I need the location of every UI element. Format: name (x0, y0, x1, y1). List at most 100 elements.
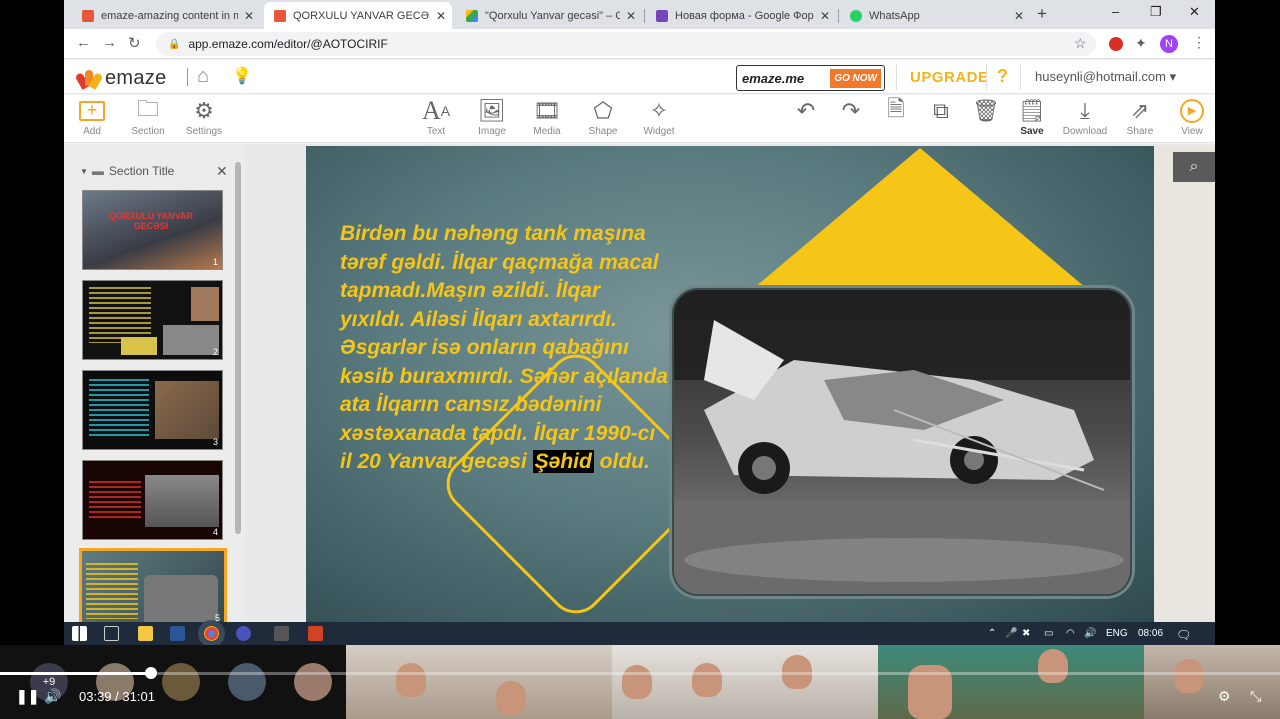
tab-emaze[interactable]: emaze-amazing content in m ✕ (72, 2, 260, 29)
participant-face (496, 681, 526, 715)
settings-button[interactable]: ⚙ Settings (176, 98, 232, 137)
battery-icon[interactable]: ▭ (1044, 628, 1053, 639)
slides-scrollbar[interactable] (235, 162, 241, 534)
view-button[interactable]: ▶ View (1164, 98, 1215, 137)
slide-canvas[interactable]: Birdən bu nəhəng tank maşına tərəf gəldi… (306, 146, 1154, 622)
add-icon: + (64, 98, 120, 124)
play-circle-icon: ▶ (1164, 98, 1215, 124)
save-button[interactable]: 🗒 Save (1004, 98, 1060, 137)
image-tool-button[interactable]: 🖼 Image (464, 98, 520, 137)
slide-thumbnail-3[interactable]: 3 (82, 370, 223, 450)
emaze-me-button[interactable]: emaze.me GO NOW (736, 65, 885, 91)
close-icon[interactable]: ✕ (216, 163, 228, 180)
emaze-logo[interactable]: emaze (74, 67, 167, 90)
maximize-button[interactable]: ❐ (1150, 4, 1162, 20)
forward-arrow-icon[interactable]: → (102, 34, 117, 51)
tab-close-icon[interactable]: ✕ (244, 9, 254, 23)
participant-avatar[interactable] (162, 663, 200, 701)
browser-tab-strip: emaze-amazing content in m ✕ QORXULU YAN… (64, 0, 1215, 29)
back-arrow-icon[interactable]: ← (76, 34, 91, 51)
add-button[interactable]: + Add (64, 98, 120, 137)
bookmark-star-icon[interactable]: ☆ (1074, 35, 1087, 52)
language-indicator[interactable]: ENG (1106, 628, 1128, 639)
app-tray-icon[interactable]: ✖ (1022, 628, 1030, 639)
show-hidden-icons[interactable]: ⌃ (988, 628, 996, 639)
chrome-icon[interactable] (198, 620, 225, 645)
powerpoint-icon[interactable] (308, 626, 323, 641)
slide-thumbnail-4[interactable]: 4 (82, 460, 223, 540)
home-icon[interactable]: ⌂ (197, 65, 209, 88)
tab-qorxulu-editor[interactable]: QORXULU YANVAR GECƏSİ by ✕ (264, 2, 452, 29)
minimize-button[interactable]: – (1112, 4, 1119, 19)
share-button[interactable]: ⇗ Share (1112, 98, 1168, 137)
video-progress-bar[interactable] (0, 667, 1280, 679)
text-tool-button[interactable]: AA Text (408, 96, 464, 137)
volume-icon[interactable]: 🔊 (44, 688, 61, 705)
slide-body-text[interactable]: Birdən bu nəhəng tank maşına tərəf gəldi… (340, 220, 670, 477)
address-bar-row: ← → ↻ 🔒 app.emaze.com/editor/@AOTOCIRIF … (64, 29, 1215, 59)
tank-crushed-car-photo[interactable] (672, 288, 1132, 596)
url-input[interactable]: 🔒 app.emaze.com/editor/@AOTOCIRIF (156, 32, 1096, 56)
download-button[interactable]: ⤓ Download (1057, 98, 1113, 137)
task-view-icon[interactable] (104, 626, 119, 641)
participant-face (692, 663, 722, 697)
section-button[interactable]: 🗀 Section (120, 96, 176, 137)
extension-icon[interactable] (1109, 37, 1123, 51)
reload-icon[interactable]: ↻ (128, 34, 141, 52)
tab-separator (644, 9, 645, 23)
letterbox-left (0, 0, 64, 645)
participant-video[interactable] (612, 645, 878, 719)
tab-google-drive[interactable]: "Qorxulu Yanvar gecəsi" – Goo ✕ (456, 2, 642, 29)
fullscreen-exit-icon[interactable]: ⤡ (1250, 688, 1261, 705)
upgrade-button[interactable]: UPGRADE (910, 69, 989, 86)
microphone-icon[interactable]: 🎤 (1005, 628, 1017, 639)
media-player-icon[interactable] (274, 626, 289, 641)
participant-video[interactable] (1144, 645, 1280, 719)
close-window-button[interactable]: ✕ (1189, 4, 1200, 20)
letterbox-right (1216, 0, 1280, 645)
windows-start-icon[interactable] (72, 626, 87, 641)
tab-whatsapp[interactable]: WhatsApp ✕ (840, 2, 1030, 29)
video-progress-handle[interactable] (145, 667, 157, 679)
zoom-button[interactable]: ⌕ (1173, 152, 1215, 182)
media-tool-button[interactable]: 🎞 Media (519, 98, 575, 137)
word-icon[interactable] (170, 626, 185, 641)
slide-thumbnail-2[interactable]: 2 (82, 280, 223, 360)
tab-close-icon[interactable]: ✕ (1014, 9, 1024, 23)
teams-icon[interactable] (236, 626, 251, 641)
pause-icon[interactable]: ❚❚ (16, 688, 39, 705)
participant-avatar[interactable] (294, 663, 332, 701)
tab-close-icon[interactable]: ✕ (436, 9, 446, 23)
section-header[interactable]: ▼ ▬ Section Title (80, 164, 174, 178)
puzzle-icon[interactable]: ✦ (1135, 35, 1147, 52)
settings-gear-icon[interactable]: ⚙ (1218, 688, 1231, 705)
new-tab-button[interactable]: + (1037, 4, 1047, 24)
share-icon: ⇗ (1130, 98, 1150, 123)
user-menu[interactable]: huseynli@hotmail.com ▾ (1035, 69, 1176, 85)
lightbulb-icon[interactable]: 💡 (232, 66, 252, 86)
kebab-menu-icon[interactable]: ⋮ (1192, 34, 1206, 51)
lock-icon: 🔒 (168, 38, 181, 50)
profile-avatar[interactable]: N (1160, 35, 1178, 53)
notifications-icon[interactable]: 🗨 (1176, 628, 1191, 642)
header-divider (1020, 64, 1021, 90)
volume-icon[interactable]: 🔊 (1084, 628, 1096, 639)
thumbnail-image (121, 337, 157, 355)
slide-thumbnail-1[interactable]: QORXULU YANVAR GECƏSİ 1 (82, 190, 223, 270)
participant-video[interactable] (878, 645, 1144, 719)
participant-video[interactable] (346, 645, 612, 719)
file-explorer-icon[interactable] (138, 626, 153, 641)
tab-close-icon[interactable]: ✕ (626, 9, 636, 23)
editor-toolbar: + Add 🗀 Section ⚙ Settings AA Text 🖼 Ima… (64, 95, 1215, 143)
help-button[interactable]: ? (997, 66, 1008, 87)
tab-google-forms[interactable]: Новая форма - Google Форм ✕ (646, 2, 836, 29)
shape-tool-button[interactable]: ⬠ Shape (575, 98, 631, 137)
participant-avatar[interactable] (228, 663, 266, 701)
clock[interactable]: 08:06 (1138, 628, 1163, 639)
caret-down-icon: ▼ (80, 166, 88, 176)
wifi-icon[interactable]: ◠ (1066, 628, 1075, 639)
tab-close-icon[interactable]: ✕ (820, 9, 830, 23)
thumbnail-image (191, 287, 219, 321)
slide-thumbnail-5[interactable]: 5 (79, 548, 227, 628)
widget-tool-button[interactable]: ✧ Widget (631, 98, 687, 137)
